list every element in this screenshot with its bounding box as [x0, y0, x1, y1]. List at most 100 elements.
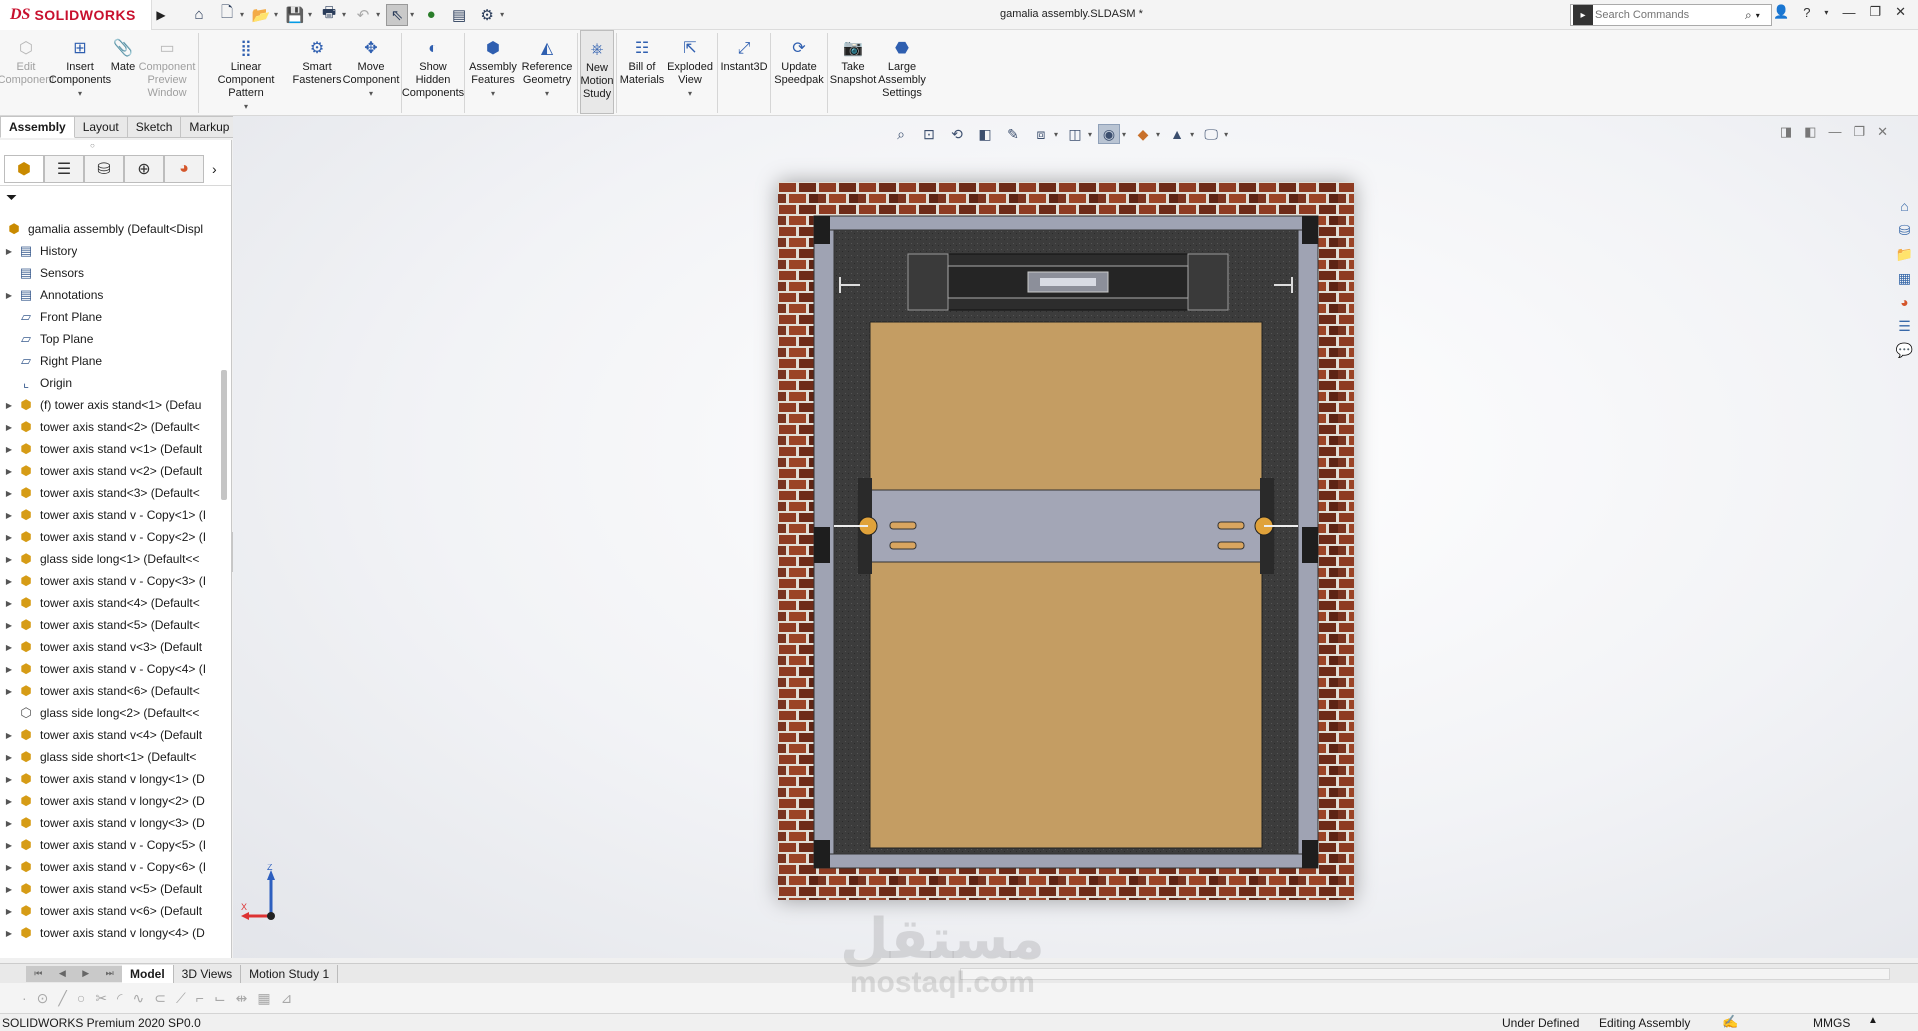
view-settings-icon[interactable]: 🖵 [1200, 124, 1222, 144]
tree-item[interactable]: ▤ Sensors [0, 262, 218, 284]
expand-arrow-icon[interactable]: ▶ [2, 445, 16, 454]
open-folder-icon[interactable]: 📂 [250, 4, 272, 26]
pattern-icon[interactable]: ▦ [257, 990, 270, 1007]
view-settings-dropdown-icon[interactable]: ▾ [1224, 130, 1228, 139]
undo-icon[interactable]: ↶ [352, 4, 374, 26]
tree-item[interactable]: ▶ ⬢ tower axis stand v longy<3> (D [0, 812, 218, 834]
save-icon[interactable]: 💾 [284, 4, 306, 26]
undo-dropdown-icon[interactable]: ▾ [376, 10, 380, 19]
restore-icon[interactable]: ❐ [1869, 4, 1881, 20]
expand-arrow-icon[interactable]: ▶ [2, 555, 16, 564]
tree-item[interactable]: ▶ ⬢ tower axis stand v - Copy<3> (I [0, 570, 218, 592]
search-dropdown-icon[interactable]: ▾ [1756, 11, 1760, 20]
tree-filter[interactable]: ⏷ [0, 186, 231, 208]
dimxpert-manager-tab-icon[interactable]: ⊕ [124, 154, 164, 183]
solidworks-forum-icon[interactable]: 💬 [1894, 340, 1916, 360]
tree-item[interactable]: ▶ ⬢ glass side long<1> (Default<< [0, 548, 218, 570]
tree-item[interactable]: ⬡ glass side long<2> (Default<< [0, 702, 218, 724]
expand-arrow-icon[interactable]: ▶ [2, 599, 16, 608]
tree-item[interactable]: ▶ ⬢ tower axis stand v longy<4> (D [0, 922, 218, 944]
graphics-hscrollbar[interactable] [960, 968, 1890, 980]
tab-layout[interactable]: Layout [74, 116, 128, 138]
select-dropdown-icon[interactable]: ▾ [410, 10, 414, 19]
section-view-icon[interactable]: ◧ [974, 124, 996, 144]
tree-item[interactable]: ▶ ⬢ tower axis stand<2> (Default< [0, 416, 218, 438]
tree-root-assembly[interactable]: ⬢ gamalia assembly (Default<Displ [0, 218, 218, 240]
expand-arrow-icon[interactable]: ▶ [2, 533, 16, 542]
scene-dropdown-icon[interactable]: ▾ [1190, 130, 1194, 139]
zoom-to-area-icon[interactable]: ⊡ [918, 124, 940, 144]
display-style-dropdown-icon[interactable]: ▾ [1088, 130, 1092, 139]
chevron-down-icon[interactable]: ▾ [545, 87, 549, 100]
ribbon-button-edit-component[interactable]: ⬡ Edit Component [0, 30, 54, 114]
tree-item[interactable]: ▶ ⬢ tower axis stand<4> (Default< [0, 592, 218, 614]
ribbon-button-reference-geometry[interactable]: ◭ Reference Geometry ▾ [519, 30, 575, 114]
expand-arrow-icon[interactable]: ▶ [2, 929, 16, 938]
bottom-tab-3d-views[interactable]: 3D Views [174, 964, 242, 983]
ribbon-button-large-assembly[interactable]: ⬣ Large Assembly Settings [876, 30, 928, 114]
feature-manager-tab-icon[interactable]: ⬢ [4, 154, 44, 183]
search-input[interactable] [1595, 9, 1745, 21]
tree-item[interactable]: ▱ Front Plane [0, 306, 218, 328]
user-icon[interactable]: 👤 [1773, 4, 1789, 20]
expand-arrow-icon[interactable]: ▶ [2, 621, 16, 630]
minimize-icon[interactable]: — [1842, 5, 1855, 20]
chevron-down-icon[interactable]: ▾ [244, 100, 248, 113]
quick-tips-icon[interactable]: ✍ [1722, 1014, 1738, 1030]
custom-properties-icon[interactable]: ☰ [1894, 316, 1916, 336]
tree-item[interactable]: ▶ ⬢ tower axis stand v longy<1> (D [0, 768, 218, 790]
chevron-down-icon[interactable]: ▾ [491, 87, 495, 100]
ribbon-button-insert-components[interactable]: ⊞ Insert Components ▾ [49, 30, 111, 114]
filter-icon[interactable]: ⏷ [6, 189, 17, 206]
centerline-icon[interactable]: ⊙ [37, 990, 49, 1007]
ribbon-button-component-preview[interactable]: ▭ Component Preview Window [138, 30, 196, 114]
apply-scene-icon[interactable]: ▲ [1166, 124, 1188, 144]
tree-item[interactable]: ▶ ⬢ tower axis stand v - Copy<6> (I [0, 856, 218, 878]
viewport-close-icon[interactable]: ✕ [1877, 124, 1888, 140]
tree-item[interactable]: ▶ ⬢ tower axis stand v<5> (Default [0, 878, 218, 900]
close-icon[interactable]: ✕ [1895, 4, 1906, 20]
tab-sketch[interactable]: Sketch [127, 116, 182, 138]
last-tab-icon[interactable]: ⏭ [106, 968, 114, 979]
slot-icon[interactable]: ⊂ [154, 990, 166, 1007]
view-palette-icon[interactable]: ▦ [1894, 268, 1916, 288]
select-pointer-icon[interactable]: ⇖ [386, 3, 409, 26]
ribbon-button-move-component[interactable]: ✥ Move Component ▾ [343, 30, 400, 114]
graphics-area[interactable]: ⌕ ⊡ ⟲ ◧ ✎ ⧈ ▾ ◫ ▾ ◉ ▾ ◆ ▾ ▲ ▾ 🖵 ▾ ◨ ◧ — ❐ ✕ [233, 116, 1918, 958]
viewport-restore-icon[interactable]: ❐ [1853, 124, 1865, 140]
search-commands[interactable]: ▸ ⌕ ▾ [1570, 4, 1772, 26]
tree-scrollbar[interactable] [221, 370, 227, 500]
expand-arrow-icon[interactable]: ▶ [2, 797, 16, 806]
help-dropdown-icon[interactable]: ▾ [1824, 8, 1828, 17]
chevron-down-icon[interactable]: ▾ [78, 87, 82, 100]
tree-item[interactable]: ▱ Top Plane [0, 328, 218, 350]
print-icon[interactable]: 🖶 [318, 4, 340, 26]
orientation-dropdown-icon[interactable]: ▾ [1054, 130, 1058, 139]
line-icon[interactable]: ╱ [58, 990, 66, 1007]
circle-icon[interactable]: ○ [77, 990, 85, 1006]
property-manager-tab-icon[interactable]: ☰ [44, 154, 84, 183]
solidworks-resources-icon[interactable]: ⌂ [1894, 196, 1916, 216]
home-icon[interactable]: ⌂ [188, 4, 210, 26]
assembly-model-view[interactable] [778, 182, 1354, 900]
appearance-dropdown-icon[interactable]: ▾ [1156, 130, 1160, 139]
tree-item[interactable]: ▶ ⬢ glass side short<1> (Default< [0, 746, 218, 768]
menu-expand-icon[interactable]: ▶ [152, 0, 170, 30]
tree-item[interactable]: ▶ ⬢ tower axis stand v<2> (Default [0, 460, 218, 482]
expand-arrow-icon[interactable]: ▶ [2, 467, 16, 476]
expand-arrow-icon[interactable]: ▶ [2, 885, 16, 894]
tree-item[interactable]: ▶ ⬢ tower axis stand<6> (Default< [0, 680, 218, 702]
expand-arrow-icon[interactable]: ▶ [2, 643, 16, 652]
tree-item[interactable]: ▶ ⬢ tower axis stand v<3> (Default [0, 636, 218, 658]
chevron-down-icon[interactable]: ▾ [369, 87, 373, 100]
help-icon[interactable]: ? [1803, 5, 1810, 20]
zoom-to-fit-icon[interactable]: ⌕ [890, 124, 912, 144]
configuration-manager-tab-icon[interactable]: ⛁ [84, 154, 124, 183]
new-dropdown-icon[interactable]: ▾ [240, 10, 244, 19]
more-tabs-chevron-icon[interactable]: › [212, 161, 217, 177]
fillet-icon[interactable]: ⌐ [196, 990, 204, 1006]
ribbon-button-mate[interactable]: 📎 Mate [108, 30, 138, 114]
viewport-split-right-icon[interactable]: ◧ [1804, 124, 1816, 140]
options-dropdown-icon[interactable]: ▾ [500, 10, 504, 19]
prev-tab-icon[interactable]: ◀ [59, 968, 66, 979]
